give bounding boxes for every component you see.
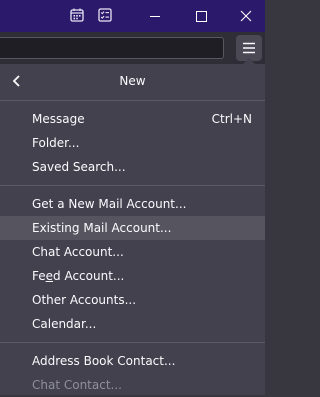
menu-item-calendar[interactable]: Calendar... xyxy=(0,312,265,336)
menu-item-shortcut: Ctrl+N xyxy=(211,112,252,126)
calendar-icon[interactable] xyxy=(70,8,84,22)
menu-item-existing-mail-account[interactable]: Existing Mail Account... xyxy=(0,216,265,240)
menu-item-label: Message xyxy=(32,112,85,126)
menu-item-label: Saved Search... xyxy=(32,160,126,174)
label-part: d Account... xyxy=(53,269,125,283)
label-part: Fe xyxy=(32,269,46,283)
tasks-icon[interactable] xyxy=(98,8,112,22)
menu-item-address-book-contact[interactable]: Address Book Contact... xyxy=(0,349,265,373)
menu-item-label: Other Accounts... xyxy=(32,293,137,307)
menu-item-saved-search[interactable]: Saved Search... xyxy=(0,155,265,179)
maximize-icon[interactable] xyxy=(178,0,223,32)
panel-header: New xyxy=(0,64,265,100)
menu-item-label: Get a New Mail Account... xyxy=(32,197,187,211)
menu-item-chat-account[interactable]: Chat Account... xyxy=(0,240,265,264)
menu-item-chat-contact: Chat Contact... xyxy=(0,373,265,397)
menu-item-get-new-mail-account[interactable]: Get a New Mail Account... xyxy=(0,192,265,216)
menu-item-feed-account[interactable]: Feed Account... xyxy=(0,264,265,288)
close-icon[interactable] xyxy=(224,0,269,32)
separator xyxy=(0,185,265,186)
toolbar xyxy=(0,32,265,64)
panel-title: New xyxy=(119,74,146,88)
menu-item-label: Folder... xyxy=(32,136,80,150)
title-bar xyxy=(0,0,265,32)
new-menu-panel: New Message Ctrl+N Folder... Saved Searc… xyxy=(0,64,265,395)
separator xyxy=(0,342,265,343)
menu-item-label: Chat Contact... xyxy=(32,378,122,392)
menu-item-folder[interactable]: Folder... xyxy=(0,131,265,155)
menu-item-label: Calendar... xyxy=(32,317,97,331)
access-key: e xyxy=(45,269,54,283)
menu-item-label: Feed Account... xyxy=(32,264,124,288)
separator xyxy=(0,100,265,101)
menu-item-message[interactable]: Message Ctrl+N xyxy=(0,107,265,131)
menu-item-label: Chat Account... xyxy=(32,245,124,259)
minimize-icon[interactable] xyxy=(132,0,177,32)
menu-item-label: Address Book Contact... xyxy=(32,354,176,368)
search-input[interactable] xyxy=(0,37,224,59)
menu-item-other-accounts[interactable]: Other Accounts... xyxy=(0,288,265,312)
menu-item-label: Existing Mail Account... xyxy=(32,221,172,235)
